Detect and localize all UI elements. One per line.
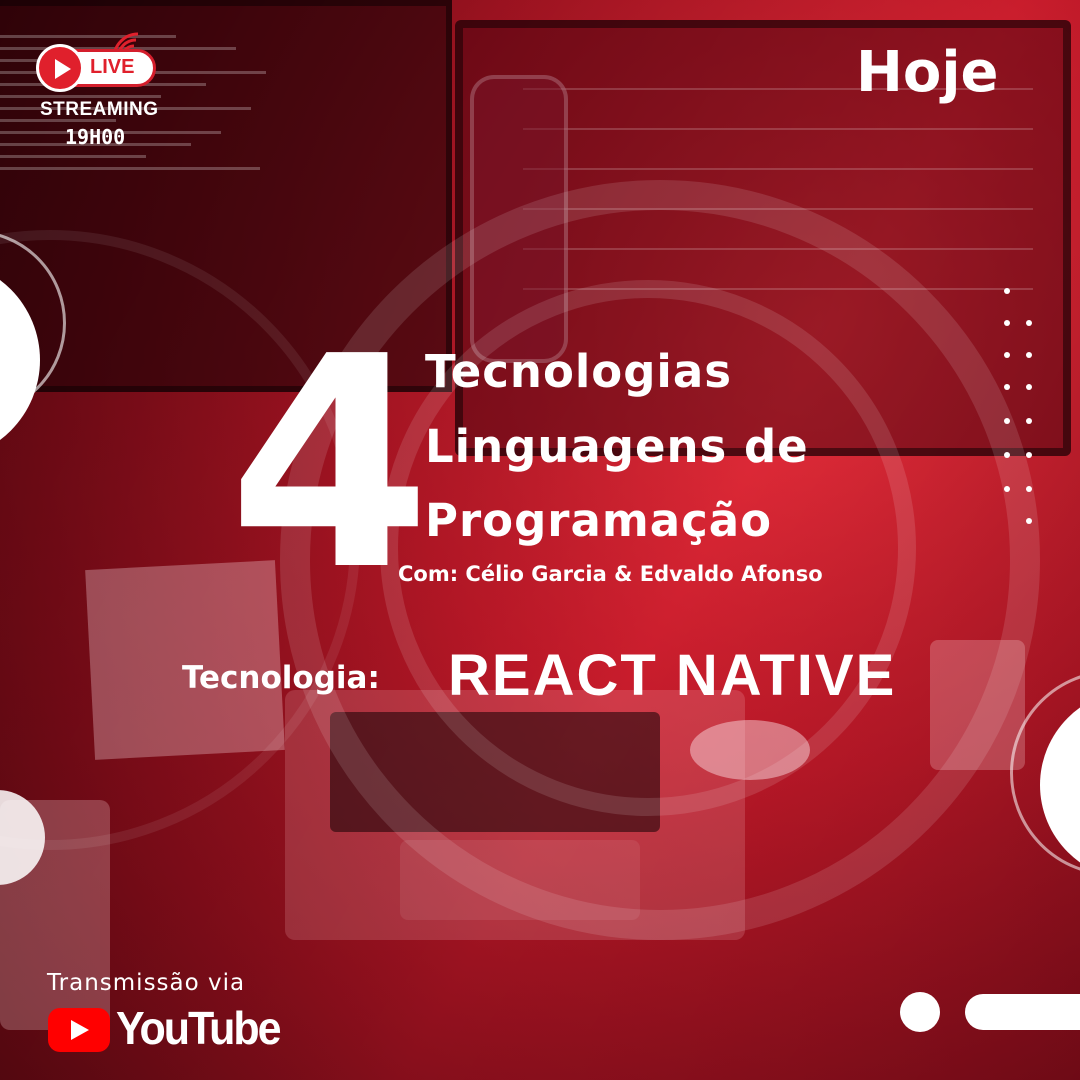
technology-name: REACT NATIVE [448,643,897,708]
transmission-label: Transmissão via [47,970,246,996]
headline-number: 4 [228,294,431,634]
youtube-play-icon [48,1008,110,1052]
event-poster: LIVE STREAMING 19H00 Hoje 4 Tecnologias … [0,0,1080,1080]
live-badge: LIVE [36,32,160,94]
headline-line-1: Tecnologias [425,345,732,398]
live-play-icon [36,44,84,92]
decor-dot-bottom [900,992,940,1032]
headline-line-2: Linguagens de [425,420,809,473]
hosts-label: Com: Célio Garcia & Edvaldo Afonso [398,562,823,586]
decor-pill-bottom [965,994,1080,1030]
live-label: LIVE [90,56,135,78]
day-label: Hoje [856,40,999,105]
technology-label: Tecnologia: [182,660,380,696]
streaming-label: STREAMING [40,99,159,120]
stream-time: 19H00 [65,125,126,149]
youtube-wordmark: YouTube [116,1003,282,1055]
headline-line-3: Programação [425,494,773,547]
